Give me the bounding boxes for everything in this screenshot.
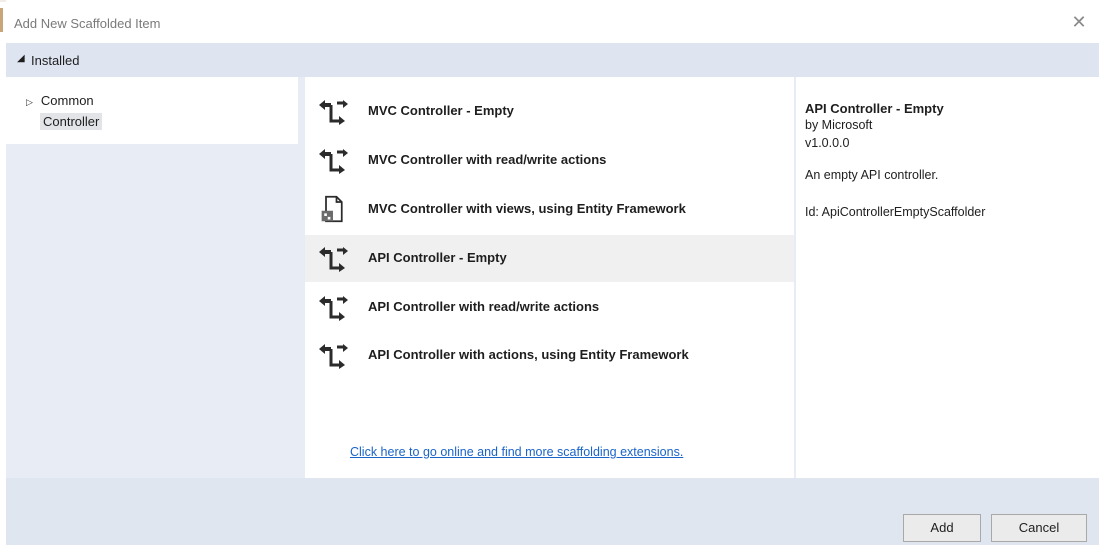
details-description: An empty API controller. <box>805 168 939 182</box>
cancel-button[interactable]: Cancel <box>991 514 1087 542</box>
template-item-api-ef[interactable]: API Controller with actions, using Entit… <box>305 332 794 379</box>
details-pane: API Controller - Empty by Microsoft v1.0… <box>796 77 1099 478</box>
template-item-label: API Controller with read/write actions <box>368 299 600 314</box>
template-item-label: MVC Controller with read/write actions <box>368 152 607 167</box>
tree-item-label: Common <box>40 93 94 108</box>
template-list: MVC Controller - Empty MVC Controller wi… <box>305 84 794 478</box>
template-item-label: MVC Controller with views, using Entity … <box>368 201 686 216</box>
template-item-label: API Controller with actions, using Entit… <box>368 347 689 362</box>
installed-label: Installed <box>31 53 80 68</box>
template-item-api-empty[interactable]: API Controller - Empty <box>305 235 794 282</box>
dialog-titlebar: Add New Scaffolded Item ✕ <box>6 0 1099 43</box>
template-item-mvc-read-write[interactable]: MVC Controller with read/write actions <box>305 137 794 184</box>
controller-icon <box>319 247 348 272</box>
triangle-down-icon: ◢ <box>17 53 25 64</box>
close-icon[interactable]: ✕ <box>1069 12 1089 32</box>
dialog-title: Add New Scaffolded Item <box>14 16 161 31</box>
tree-item-controller[interactable]: Controller <box>40 113 103 130</box>
controller-icon <box>319 344 348 369</box>
template-item-api-read-write[interactable]: API Controller with read/write actions <box>305 284 794 331</box>
add-button[interactable]: Add <box>903 514 981 542</box>
online-extensions-link[interactable]: Click here to go online and find more sc… <box>350 445 683 459</box>
details-version: v1.0.0.0 <box>805 136 850 150</box>
document-controller-icon <box>321 195 343 223</box>
controller-icon <box>319 296 348 321</box>
details-title: API Controller - Empty <box>805 101 944 116</box>
template-item-mvc-views-ef[interactable]: MVC Controller with views, using Entity … <box>305 186 794 233</box>
controller-icon <box>319 100 348 125</box>
details-id: Id: ApiControllerEmptyScaffolder <box>805 205 986 219</box>
tree-pane-background <box>6 144 298 478</box>
template-item-mvc-empty[interactable]: MVC Controller - Empty <box>305 88 794 135</box>
window-left-edge <box>0 8 3 32</box>
tree-item-common[interactable]: ▷ Common <box>26 93 94 108</box>
triangle-right-icon[interactable]: ▷ <box>26 97 33 107</box>
details-author: by Microsoft <box>805 118 873 132</box>
installed-header[interactable]: ◢ Installed <box>6 43 1099 77</box>
controller-icon <box>319 149 348 174</box>
pane-gutter <box>298 77 305 478</box>
template-item-label: MVC Controller - Empty <box>368 103 514 118</box>
category-tree: ▷ Common Controller <box>6 77 298 144</box>
dialog-footer: Add Cancel <box>6 478 1099 545</box>
template-item-label: API Controller - Empty <box>368 250 507 265</box>
